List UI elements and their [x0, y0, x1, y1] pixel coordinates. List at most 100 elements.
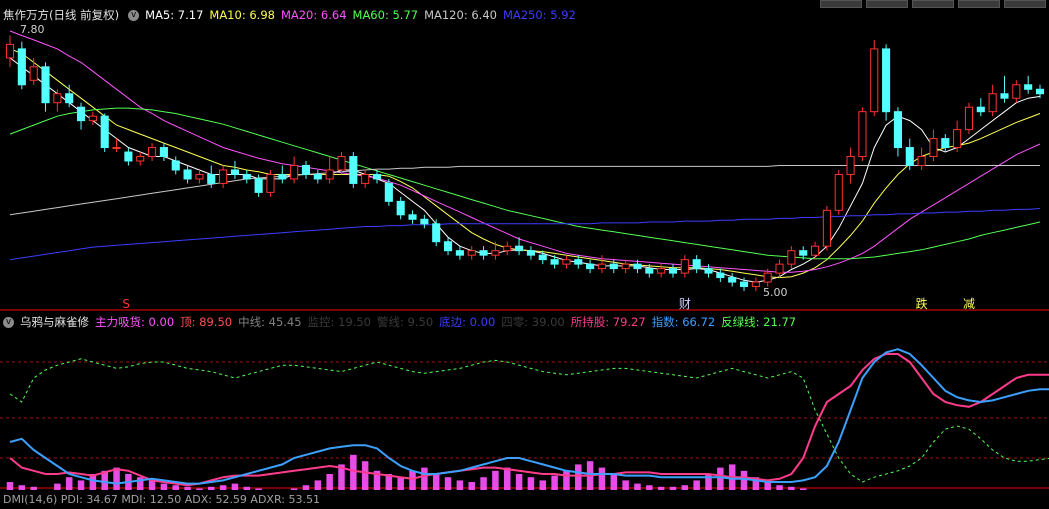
- candle: [479, 246, 488, 260]
- candle-body: [29, 66, 38, 81]
- candle-body: [929, 138, 938, 158]
- candle: [17, 41, 26, 90]
- candle: [834, 169, 843, 215]
- candle: [266, 169, 275, 197]
- candle: [136, 152, 145, 166]
- accum-bar: [6, 482, 14, 490]
- accum-bar: [788, 486, 795, 490]
- candle-body: [325, 169, 334, 180]
- candle-body: [988, 93, 997, 113]
- candle-body: [905, 147, 914, 166]
- ma60-line: [9, 107, 1041, 260]
- candle-body: [17, 48, 26, 86]
- toolbar-button-3[interactable]: [912, 0, 954, 8]
- four-zero-label: 四零: 39.00: [501, 315, 565, 329]
- candle-body: [680, 259, 689, 274]
- candle: [858, 107, 867, 161]
- candle-body: [976, 106, 985, 113]
- ma250-line: [9, 208, 1041, 261]
- candle: [917, 147, 926, 170]
- chevron-down-icon[interactable]: v: [3, 316, 14, 328]
- toolbar-button-1[interactable]: [820, 0, 862, 8]
- candle: [313, 169, 322, 184]
- candle-body: [893, 111, 902, 149]
- candle-body: [183, 169, 192, 180]
- candle-body: [467, 250, 476, 256]
- accum-bar: [468, 482, 475, 490]
- accum-bar: [669, 486, 677, 490]
- signal-markers: S财跌减: [122, 296, 975, 311]
- toolbar-button-5[interactable]: [1004, 0, 1046, 8]
- candle: [988, 84, 997, 117]
- index-line: [9, 348, 1049, 485]
- candle-body: [65, 93, 74, 104]
- candle: [953, 120, 962, 153]
- candle: [76, 102, 86, 130]
- candlestick-series: [5, 35, 1045, 292]
- accum-bar: [622, 480, 629, 490]
- top-label: 顶: 89.50: [180, 315, 233, 329]
- candle-body: [562, 259, 571, 265]
- candle-body: [195, 173, 204, 180]
- candle-body: [917, 156, 926, 166]
- candle: [361, 169, 370, 188]
- candle: [1000, 75, 1009, 103]
- candle: [787, 246, 796, 269]
- candle-body: [858, 111, 867, 158]
- candle-body: [159, 147, 168, 158]
- main-chart-header: 焦作万方(日线 前复权) v MA5: 7.17 MA10: 6.98 MA20…: [0, 6, 582, 24]
- dmi-header: DMI(14,6) PDI: 34.67 MDI: 12.50 ADX: 52.…: [0, 491, 326, 509]
- accum-bar: [361, 461, 369, 490]
- candle-body: [657, 268, 666, 274]
- candle-body: [822, 209, 831, 247]
- candle: [5, 35, 15, 67]
- candle: [893, 107, 902, 157]
- candle: [1024, 75, 1033, 94]
- candle-body: [882, 48, 891, 113]
- candle: [680, 255, 689, 278]
- candle-body: [372, 173, 382, 180]
- warn-label: 警线: 9.50: [377, 315, 434, 329]
- signal-marker: 跌: [916, 296, 928, 311]
- accum-bar: [799, 488, 807, 490]
- accum-bar: [290, 488, 298, 490]
- candle-body: [716, 272, 725, 279]
- candle: [751, 277, 760, 292]
- candle-body: [870, 48, 879, 113]
- candle: [242, 169, 251, 184]
- candle: [278, 165, 287, 184]
- candle: [171, 156, 180, 175]
- accum-bar: [717, 467, 724, 490]
- accum-bar: [503, 467, 511, 490]
- candle-body: [633, 263, 642, 270]
- accum-bar: [314, 480, 322, 490]
- candle: [443, 237, 453, 256]
- chevron-down-icon[interactable]: v: [128, 9, 140, 21]
- toolbar-button-4[interactable]: [958, 0, 1000, 8]
- candle: [503, 241, 512, 256]
- rebound-label: 反绿线: 21.77: [721, 315, 797, 329]
- toolbar-button-2[interactable]: [866, 0, 908, 8]
- stock-title[interactable]: 焦作万方(日线 前复权): [3, 6, 119, 24]
- accum-bar: [326, 474, 333, 490]
- candle-body: [621, 263, 630, 270]
- accum-bar: [409, 470, 416, 490]
- ma120-label: MA120: 6.40: [424, 8, 497, 22]
- candle-body: [1024, 84, 1033, 90]
- accum-bar: [432, 474, 440, 490]
- candle-body: [692, 259, 701, 270]
- accum-bar: [480, 477, 487, 490]
- accum-label: 主力吸货: 0.00: [95, 315, 175, 329]
- accum-bar: [113, 467, 120, 490]
- candle-body: [550, 259, 559, 265]
- accum-bar: [255, 488, 262, 490]
- accum-bar: [515, 474, 523, 490]
- candle-body: [597, 263, 607, 270]
- accum-bar: [551, 475, 558, 490]
- accum-bar: [30, 486, 37, 490]
- candle-body: [574, 259, 583, 265]
- candle: [148, 143, 157, 161]
- accum-bar: [575, 464, 582, 490]
- candle-body: [290, 164, 299, 180]
- indicator-name[interactable]: 乌鸦与麻雀修: [20, 313, 89, 331]
